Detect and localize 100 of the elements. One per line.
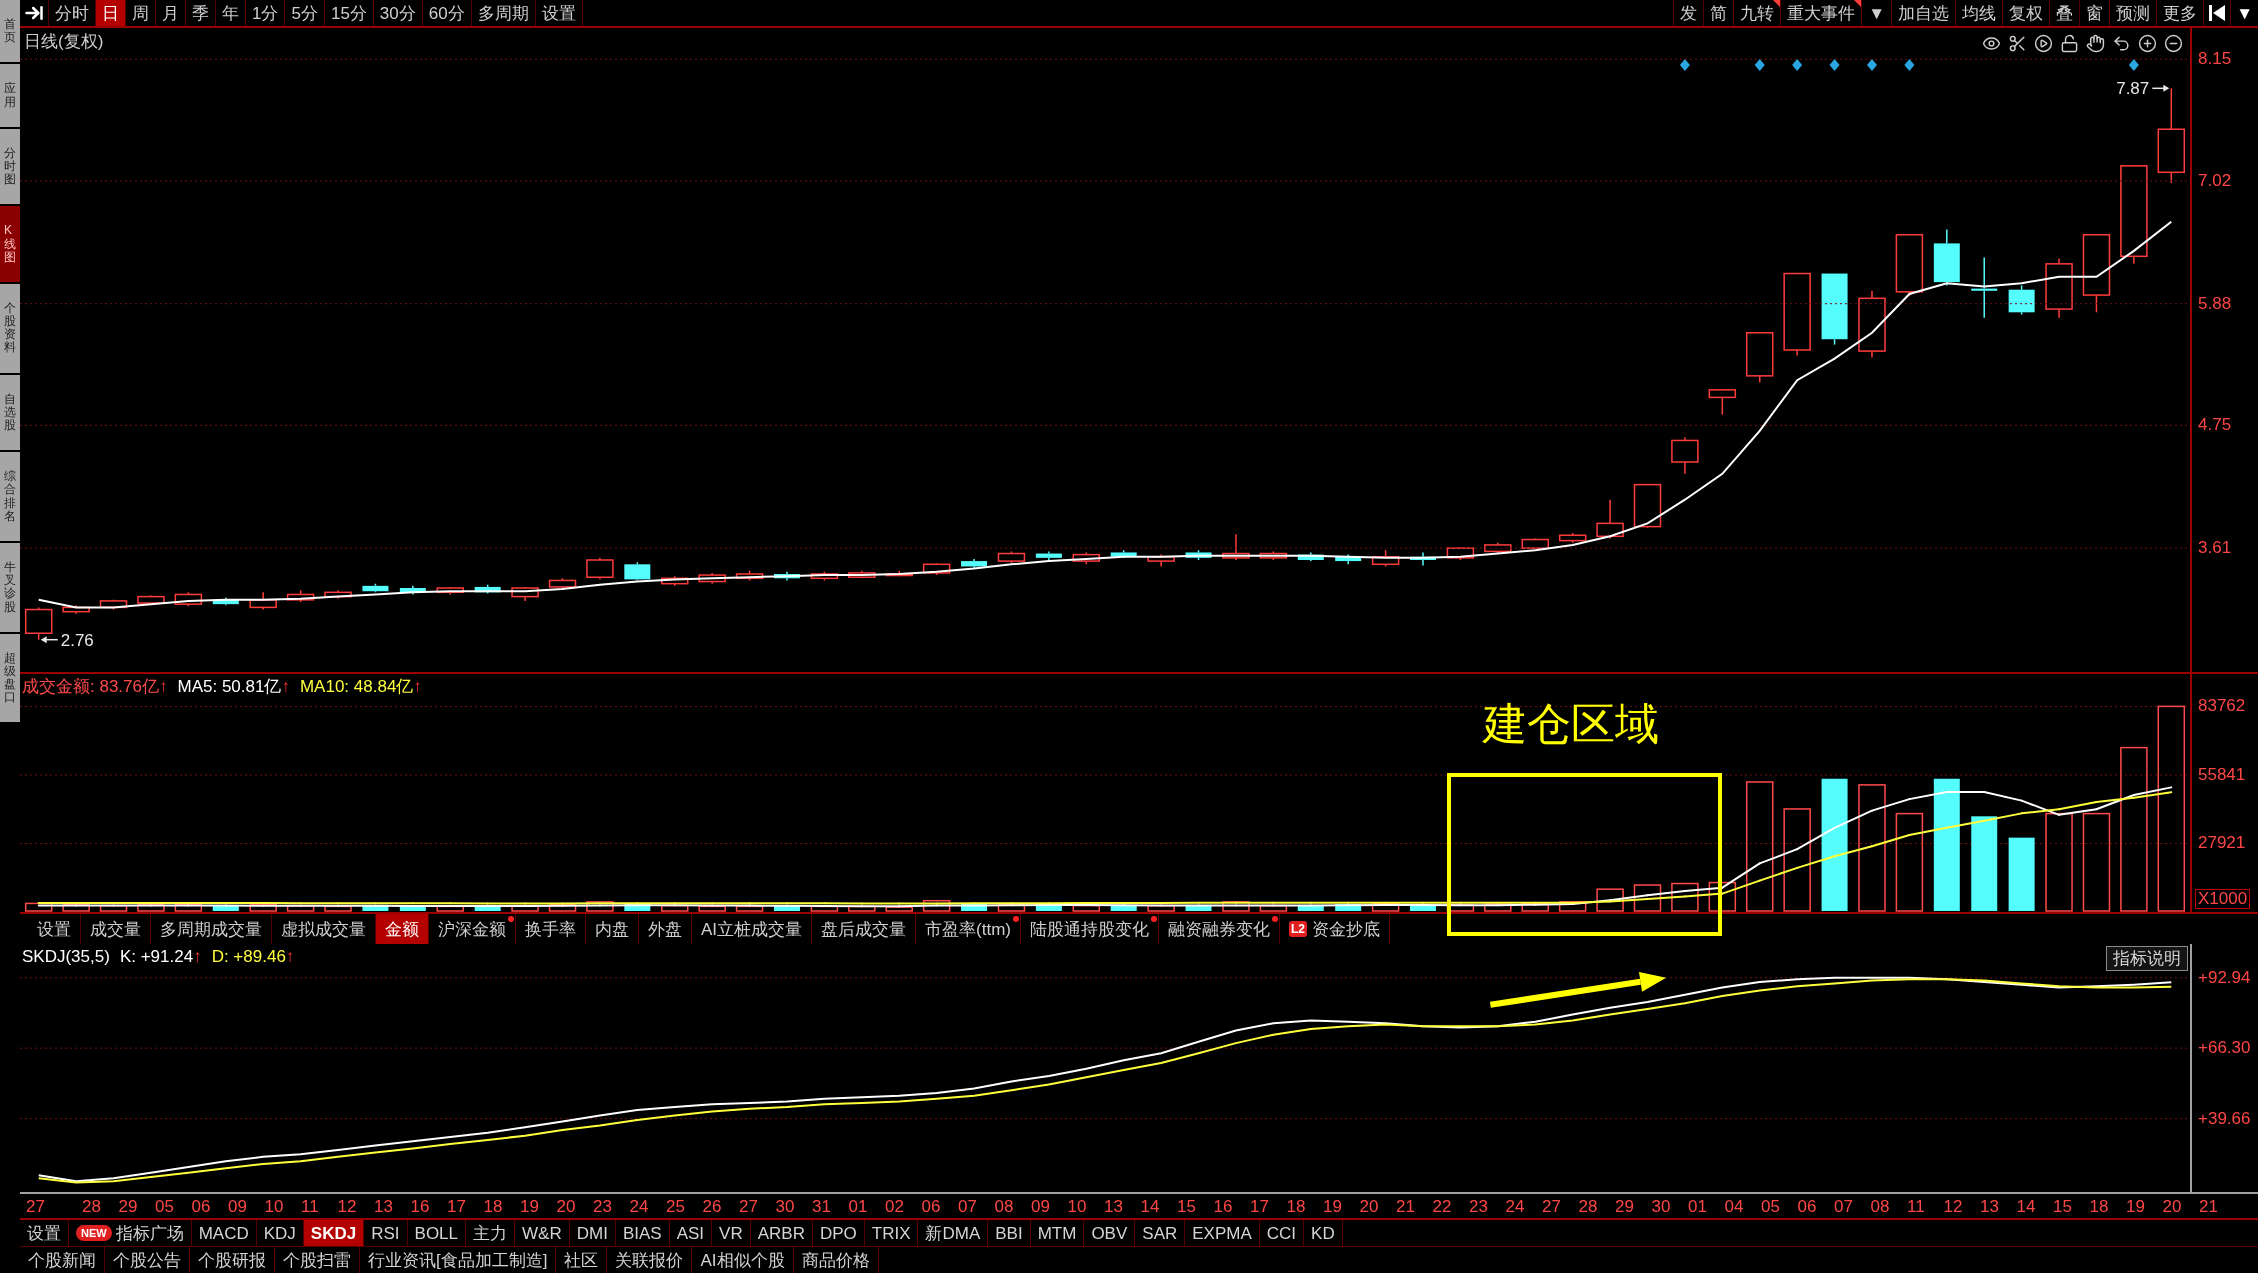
- toolbar-button[interactable]: 加自选: [1891, 0, 1956, 26]
- volume-bar: [137, 904, 165, 912]
- zoom-in-icon[interactable]: [2138, 34, 2157, 53]
- period-tab[interactable]: 设置: [535, 0, 583, 26]
- toolbar-button[interactable]: 预测: [2109, 0, 2157, 26]
- volume-bar: [62, 904, 90, 912]
- sidebar-tab[interactable]: 首页: [0, 0, 20, 65]
- volume-bar: [362, 904, 389, 911]
- axis-label: 5.88: [2198, 294, 2232, 313]
- indicator-tab[interactable]: 盘后成交量: [812, 914, 917, 944]
- date-label: 06: [921, 1196, 941, 1216]
- volume-bar: [249, 904, 277, 912]
- sidebar-tab[interactable]: 综合排名: [0, 452, 20, 543]
- date-label: 29: [1615, 1196, 1634, 1216]
- volume-bar: [174, 903, 203, 912]
- news-tab[interactable]: 关联报价: [607, 1247, 693, 1273]
- dropdown-button[interactable]: ▼: [2230, 0, 2258, 26]
- date-label: 20: [2162, 1196, 2182, 1216]
- volume-bar: [1259, 904, 1288, 912]
- hand-icon[interactable]: [2086, 34, 2105, 53]
- period-tab[interactable]: 1分: [246, 0, 286, 26]
- date-label: 28: [82, 1196, 101, 1216]
- volume-bar: [810, 905, 839, 912]
- sidebar-tab[interactable]: 牛叉诊股: [0, 542, 20, 634]
- period-tab[interactable]: 日: [96, 0, 126, 26]
- chart-title: SKDJ(35,5): [22, 948, 110, 965]
- axis-label: 55841: [2198, 766, 2246, 784]
- indicator-tab[interactable]: 设置: [28, 914, 81, 944]
- volume-bar: [1633, 884, 1662, 912]
- news-tab[interactable]: 商品价格: [793, 1247, 879, 1273]
- news-tab[interactable]: 行业资讯[食品加工制造]: [360, 1247, 557, 1273]
- date-label: 09: [1031, 1196, 1050, 1216]
- axis-label: 4.75: [2198, 416, 2232, 435]
- volume-bar: [1521, 902, 1549, 912]
- period-tab[interactable]: 30分: [373, 0, 423, 26]
- period-tab[interactable]: 60分: [422, 0, 472, 26]
- indicator-button[interactable]: SKDJ: [303, 1220, 365, 1246]
- indicator-help-button[interactable]: 指标说明: [2106, 946, 2188, 971]
- toolbar-button[interactable]: 复权: [2002, 0, 2050, 26]
- indicator-tab[interactable]: 沪深金额: [429, 914, 516, 944]
- sidebar-tab[interactable]: 超级盘口: [0, 633, 20, 725]
- indicator-tab[interactable]: 换手率: [516, 914, 586, 944]
- scissors-icon[interactable]: [2008, 34, 2027, 53]
- toolbar-button[interactable]: 更多: [2156, 0, 2204, 26]
- indicator-tab[interactable]: 金额: [376, 914, 429, 944]
- indicator-tab[interactable]: 市盈率(ttm): [916, 914, 1021, 944]
- period-tab[interactable]: 5分: [285, 0, 325, 26]
- date-label: 18: [2089, 1196, 2109, 1216]
- toolbar-button[interactable]: 简: [1703, 0, 1734, 26]
- play-circle-icon[interactable]: [2034, 34, 2053, 53]
- news-tab[interactable]: AI相似个股: [692, 1247, 794, 1273]
- period-tab[interactable]: 年: [216, 0, 246, 26]
- toolbar-button[interactable]: 重大事件: [1780, 0, 1862, 26]
- unlock-icon[interactable]: [2060, 34, 2079, 53]
- period-tab[interactable]: 多周期: [471, 0, 536, 26]
- indicator-tab[interactable]: 成交量: [81, 914, 151, 944]
- indicator-tab[interactable]: 内盘: [586, 914, 639, 944]
- indicator-tab[interactable]: AI立桩成交量: [692, 914, 813, 944]
- volume-bar: [922, 899, 951, 912]
- indicator-tab[interactable]: 外盘: [639, 914, 692, 944]
- date-label: 10: [1067, 1196, 1087, 1216]
- sidebar-tab[interactable]: 应用: [0, 64, 20, 129]
- period-tab[interactable]: 月: [156, 0, 186, 26]
- undo-icon[interactable]: [2112, 34, 2131, 53]
- date-label: 25: [666, 1196, 685, 1216]
- news-tab[interactable]: 个股公告: [105, 1247, 190, 1273]
- sidebar-tab[interactable]: 个股资料: [0, 283, 20, 375]
- period-tab[interactable]: 季: [186, 0, 216, 26]
- trend-arrow: ↑: [413, 678, 422, 695]
- sidebar-tab[interactable]: K线图: [0, 206, 20, 284]
- toolbar-button[interactable]: 窗: [2079, 0, 2110, 26]
- period-tab[interactable]: 15分: [324, 0, 374, 26]
- news-tab[interactable]: 个股研报: [190, 1247, 275, 1273]
- axis-label: +92.94: [2198, 968, 2251, 987]
- sidebar-tab[interactable]: 分时图: [0, 128, 20, 207]
- date-label: 09: [228, 1196, 247, 1216]
- trend-arrow: ↑: [159, 678, 168, 695]
- legend-value: 成交金额: 83.76亿: [22, 678, 159, 695]
- news-tab[interactable]: 个股新闻: [20, 1247, 105, 1273]
- toolbar-button[interactable]: 九转: [1733, 0, 1781, 26]
- volume-bar: [212, 905, 239, 911]
- sidebar-tab[interactable]: 自选股: [0, 374, 20, 453]
- news-tab[interactable]: 社区: [556, 1247, 608, 1273]
- volume-bar: [1147, 904, 1175, 912]
- indicator-tab[interactable]: 融资融券变化: [1159, 914, 1280, 944]
- date-label: 24: [629, 1196, 649, 1216]
- news-tab[interactable]: 个股扫雷: [275, 1247, 360, 1273]
- toolbar-button[interactable]: ▼: [1861, 0, 1892, 26]
- indicator-tab[interactable]: 陆股通持股变化: [1021, 914, 1159, 944]
- series-name: K: [119, 948, 132, 965]
- toolbar-button[interactable]: 叠: [2049, 0, 2080, 26]
- eye-icon[interactable]: [1982, 34, 2001, 53]
- skip-to-start-icon: [2209, 5, 2226, 21]
- toolbar-button[interactable]: 均线: [1955, 0, 2003, 26]
- indicator-tab[interactable]: L2 资金抄底: [1280, 914, 1390, 944]
- date-label: 13: [1980, 1196, 1999, 1216]
- indicator-tab[interactable]: 多周期成交量: [151, 914, 272, 944]
- zoom-out-icon[interactable]: [2164, 34, 2183, 53]
- period-tab[interactable]: 周: [126, 0, 156, 26]
- toolbar-button[interactable]: 发: [1673, 0, 1704, 26]
